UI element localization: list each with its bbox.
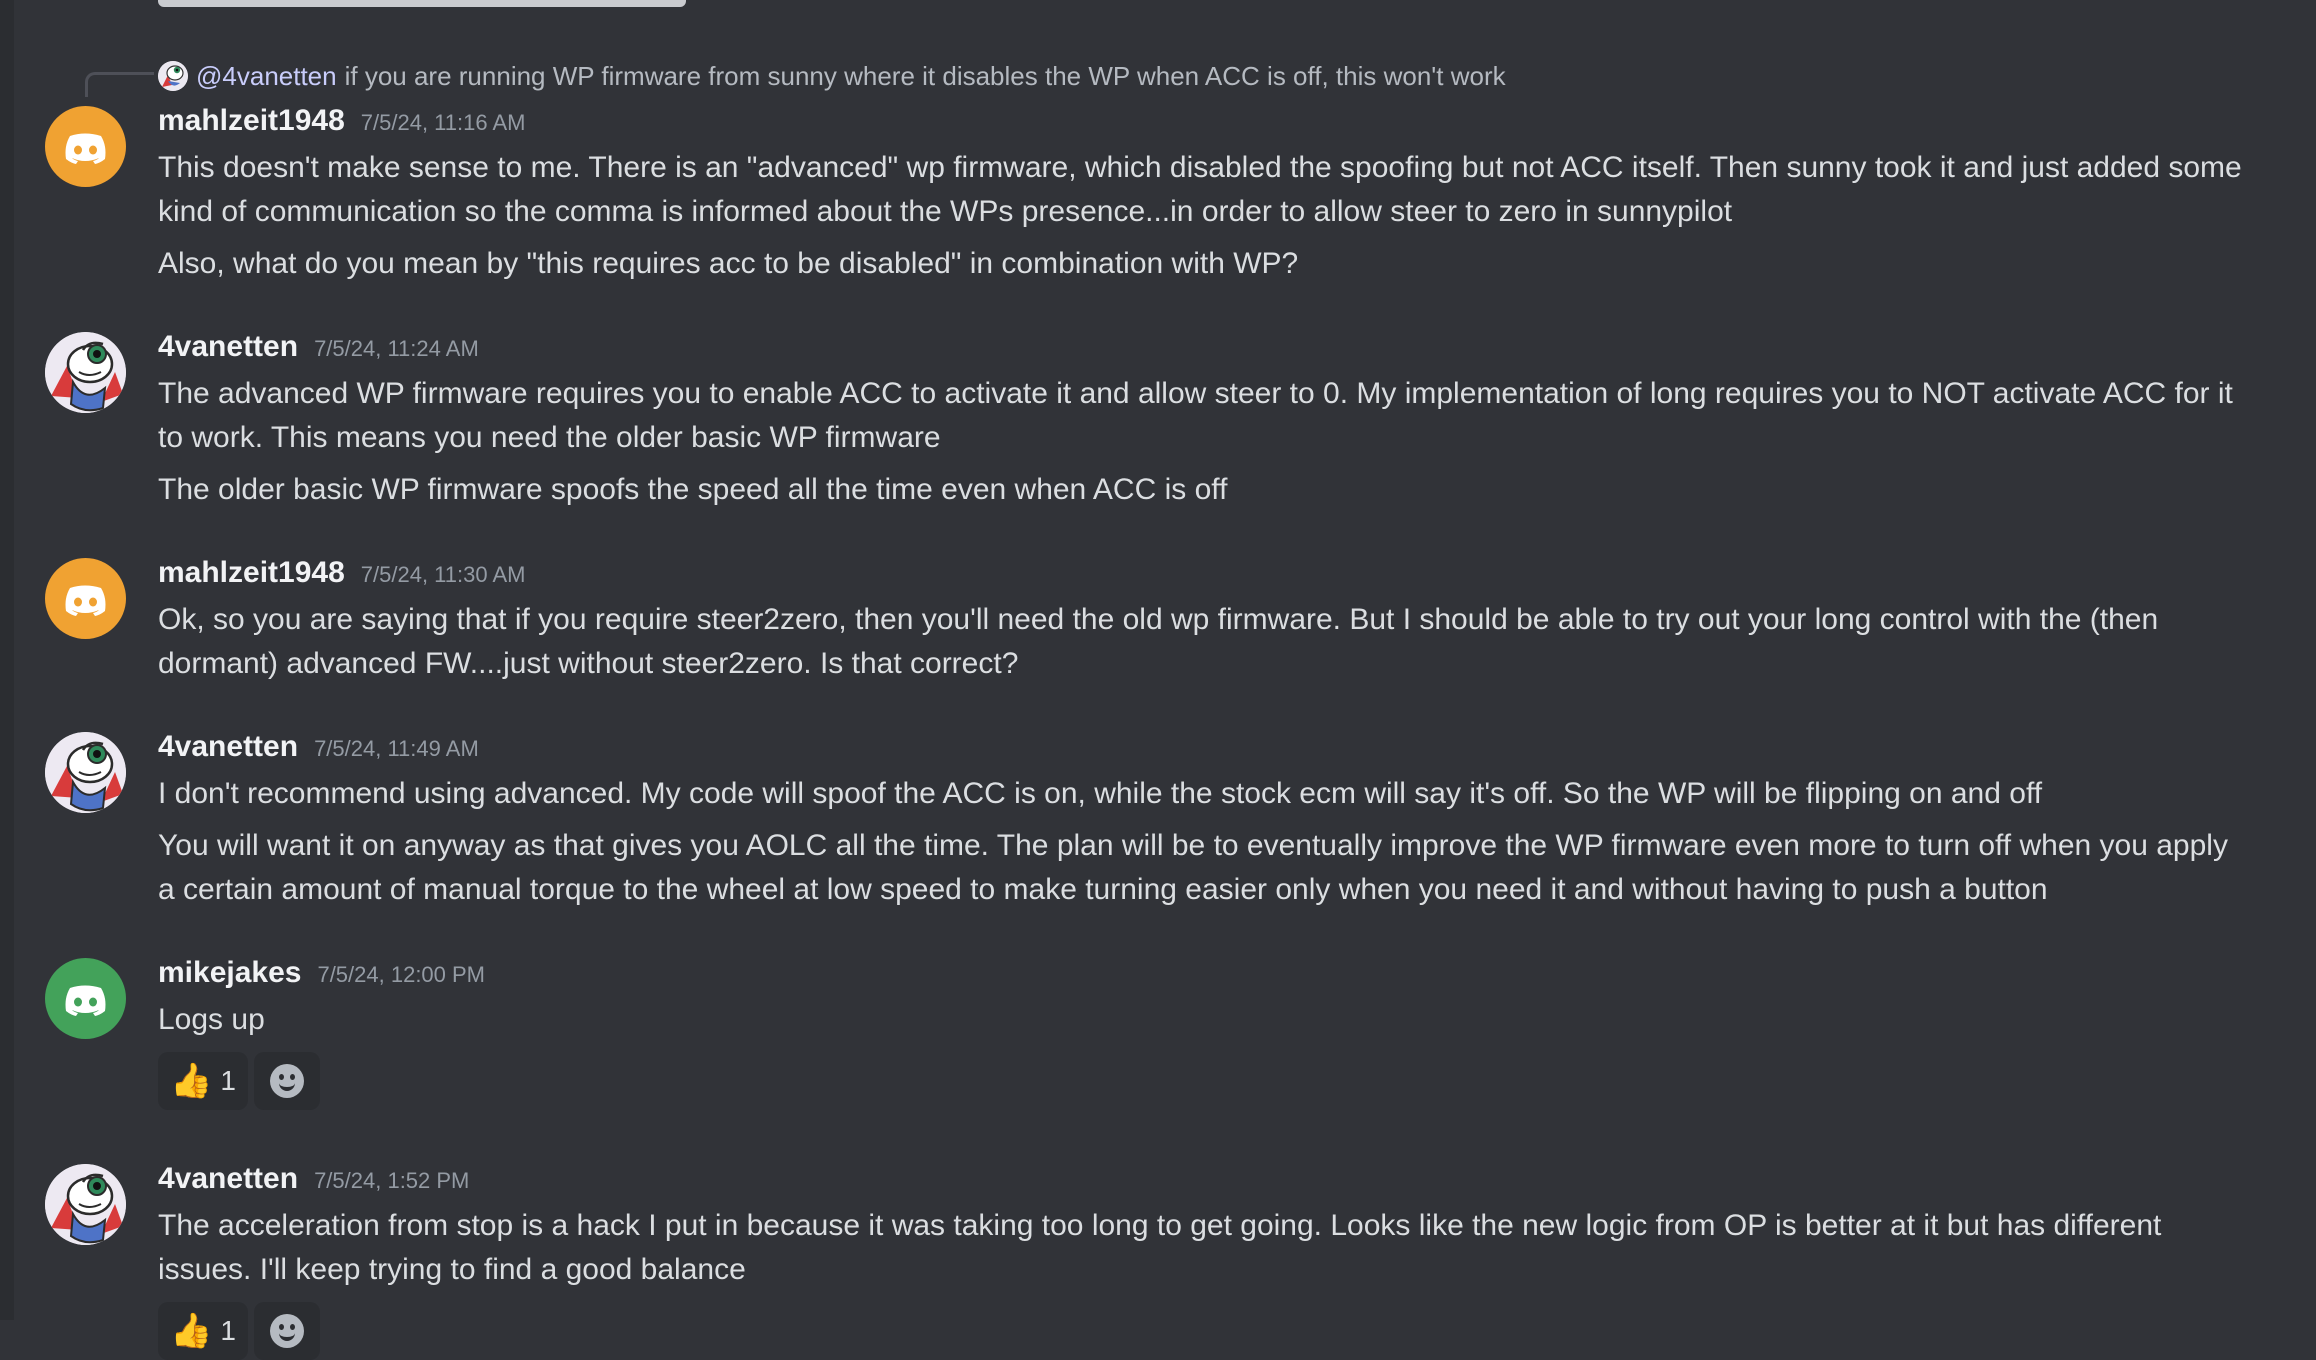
reaction-bar: 👍 1 (158, 1052, 320, 1110)
smiley-icon (269, 1314, 304, 1348)
message-content: This doesn't make sense to me. There is … (158, 146, 2288, 286)
embed-scroll-remnant (158, 0, 686, 7)
message-content: I don't recommend using advanced. My cod… (158, 772, 2288, 912)
timestamp[interactable]: 7/5/24, 11:49 AM (314, 736, 479, 762)
cartoon-avatar-icon (45, 732, 126, 813)
timestamp[interactable]: 7/5/24, 11:24 AM (314, 336, 479, 362)
username[interactable]: mahlzeit1948 (158, 104, 345, 138)
message-content: Ok, so you are saying that if you requir… (158, 598, 2288, 686)
avatar[interactable] (45, 732, 126, 813)
avatar[interactable] (45, 332, 126, 413)
message-line: kind of communication so the comma is in… (158, 195, 1733, 228)
reply-connector (85, 72, 154, 97)
reply-text: if you are running WP firmware from sunn… (344, 60, 1506, 91)
message-line: You will want it on anyway as that gives… (158, 829, 2228, 862)
add-reaction-button[interactable] (253, 1302, 320, 1360)
message-line: to work. This means you need the older b… (158, 421, 941, 454)
message-line: The acceleration from stop is a hack I p… (158, 1209, 2162, 1242)
reply-preview[interactable]: @4vanetten if you are running WP firmwar… (158, 58, 1506, 94)
message-line: issues. I'll keep trying to find a good … (158, 1253, 746, 1286)
reply-mention[interactable]: @4vanetten (196, 61, 337, 92)
username[interactable]: 4vanetten (158, 330, 298, 364)
avatar[interactable] (45, 958, 126, 1039)
reply-avatar-icon (158, 61, 188, 91)
timestamp[interactable]: 7/5/24, 11:30 AM (361, 562, 526, 588)
message-content: Logs up (158, 998, 2288, 1042)
message-line: I don't recommend using advanced. My cod… (158, 777, 2043, 810)
username[interactable]: mikejakes (158, 956, 301, 990)
reaction-count: 1 (220, 1065, 236, 1096)
reaction-bar: 👍 1 (158, 1302, 320, 1360)
avatar[interactable] (45, 558, 126, 639)
message-content: The acceleration from stop is a hack I p… (158, 1204, 2288, 1292)
username[interactable]: 4vanetten (158, 730, 298, 764)
message-line: The older basic WP firmware spoofs the s… (158, 473, 1228, 506)
discord-logo-icon (65, 985, 106, 1016)
message-line: This doesn't make sense to me. There is … (158, 151, 2242, 184)
discord-logo-icon (65, 585, 106, 616)
message-line: Logs up (158, 1003, 265, 1036)
avatar[interactable] (45, 106, 126, 187)
avatar[interactable] (45, 1164, 126, 1245)
timestamp[interactable]: 7/5/24, 1:52 PM (314, 1168, 469, 1194)
reaction-thumbs-up[interactable]: 👍 1 (158, 1052, 248, 1110)
message-line: a certain amount of manual torque to the… (158, 873, 2048, 906)
thumbs-up-icon: 👍 (170, 1312, 213, 1350)
message-line: dormant) advanced FW....just without ste… (158, 647, 1019, 680)
message-content: The advanced WP firmware requires you to… (158, 372, 2288, 512)
message-line: The advanced WP firmware requires you to… (158, 377, 2233, 410)
cartoon-avatar-icon (45, 332, 126, 413)
timestamp[interactable]: 7/5/24, 12:00 PM (317, 962, 485, 988)
discord-logo-icon (65, 133, 106, 164)
username[interactable]: 4vanetten (158, 1162, 298, 1196)
cartoon-avatar-icon (45, 1164, 126, 1245)
add-reaction-button[interactable] (253, 1052, 320, 1110)
username[interactable]: mahlzeit1948 (158, 556, 345, 590)
smiley-icon (269, 1064, 304, 1098)
timestamp[interactable]: 7/5/24, 11:16 AM (361, 110, 526, 136)
left-panel-edge (0, 0, 14, 1320)
message-line: Ok, so you are saying that if you requir… (158, 603, 2159, 636)
reaction-thumbs-up[interactable]: 👍 1 (158, 1302, 248, 1360)
thumbs-up-icon: 👍 (170, 1062, 213, 1100)
message-line: Also, what do you mean by "this requires… (158, 247, 1299, 280)
